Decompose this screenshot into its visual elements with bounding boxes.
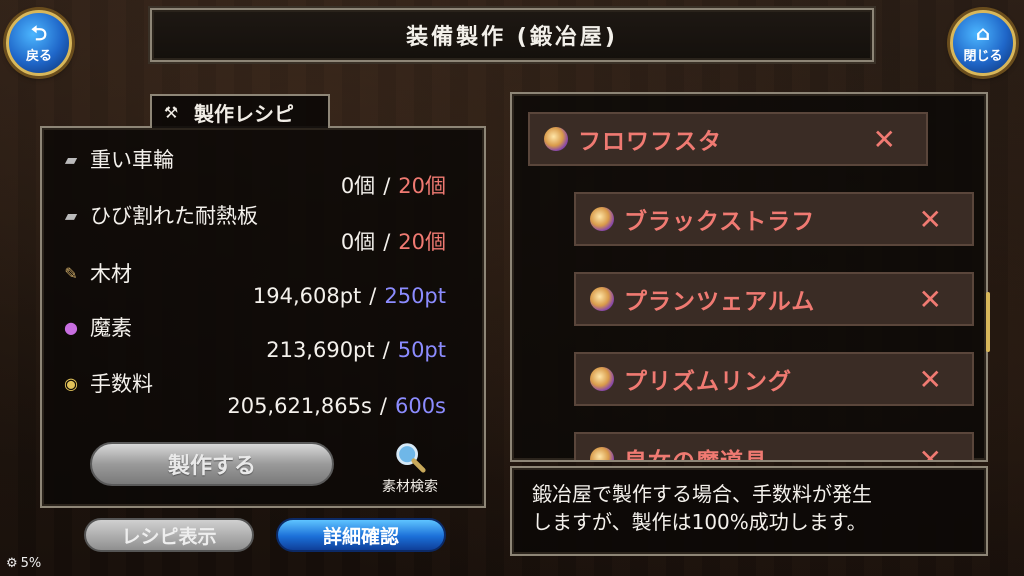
tree-item-name: フロワフスタ bbox=[578, 129, 722, 155]
back-button[interactable]: ⮌ 戻る bbox=[6, 10, 72, 76]
ring-icon bbox=[590, 287, 614, 311]
progress-indicator: ⚙ 5% bbox=[6, 556, 41, 571]
ring-icon bbox=[544, 127, 568, 151]
crafting-tree-panel[interactable]: フロワフスタ ✕ ブラックストラフ ✕ プランツェアルム ✕ プリズムリング ✕… bbox=[510, 92, 988, 462]
tree-item[interactable]: ブラックストラフ ✕ bbox=[574, 192, 974, 246]
tree-item[interactable]: 皇女の魔道具 ✕ bbox=[574, 432, 974, 462]
progress-label: 5% bbox=[20, 556, 42, 571]
tree-item[interactable]: プリズムリング ✕ bbox=[574, 352, 974, 406]
material-need: 20個 bbox=[398, 230, 446, 254]
material-name-row: ▰ ひび割れた耐熱板 bbox=[58, 200, 258, 230]
material-need: 20個 bbox=[398, 174, 446, 198]
ring-icon bbox=[590, 367, 614, 391]
tree-item[interactable]: プランツェアルム ✕ bbox=[574, 272, 974, 326]
home-icon: ⌂ bbox=[975, 20, 991, 45]
material-have: 194,608pt bbox=[252, 284, 362, 308]
make-button[interactable]: 製作する bbox=[90, 442, 334, 486]
close-icon[interactable]: ✕ bbox=[919, 283, 942, 316]
material-count: 0個/20個 bbox=[340, 174, 446, 198]
page-title: 装備製作 (鍛冶屋) bbox=[150, 8, 874, 62]
material-search-label: 素材検索 bbox=[382, 479, 438, 495]
magnifier-icon bbox=[396, 443, 426, 473]
ring-icon bbox=[590, 207, 614, 231]
close-label: 閉じる bbox=[963, 48, 1003, 64]
back-arrow-icon: ⮌ bbox=[30, 20, 48, 45]
detail-button[interactable]: 詳細確認 bbox=[276, 518, 446, 552]
metal-plate-icon: ▰ bbox=[64, 205, 78, 225]
material-need: 600s bbox=[394, 394, 446, 418]
info-message-line: 鍛冶屋で製作する場合、手数料が発生 bbox=[532, 482, 872, 506]
material-count: 213,690pt/50pt bbox=[266, 338, 446, 362]
recipe-tab-label: 製作レシピ bbox=[194, 101, 294, 126]
material-need: 250pt bbox=[384, 284, 446, 308]
material-name-row: ◉ 手数料 bbox=[58, 368, 153, 398]
material-search-button[interactable]: 素材検索 bbox=[370, 440, 450, 496]
close-icon[interactable]: ✕ bbox=[919, 203, 942, 236]
material-name: 魔素 bbox=[90, 316, 132, 340]
info-message-line: しますが、製作は100%成功します。 bbox=[532, 510, 867, 534]
tree-item-name: プランツェアルム bbox=[624, 289, 816, 315]
material-have: 0個 bbox=[340, 230, 376, 254]
wood-icon: ✎ bbox=[64, 263, 78, 283]
close-icon[interactable]: ✕ bbox=[919, 363, 942, 396]
info-message-box: 鍛冶屋で製作する場合、手数料が発生 しますが、製作は100%成功します。 bbox=[510, 466, 988, 556]
recipe-tab: ⚒ 製作レシピ bbox=[150, 94, 330, 128]
coin-icon: ◉ bbox=[64, 373, 78, 393]
material-count: 205,621,865s/600s bbox=[227, 394, 446, 418]
material-count: 0個/20個 bbox=[340, 230, 446, 254]
tree-item-name: ブラックストラフ bbox=[624, 209, 816, 235]
material-count: 194,608pt/250pt bbox=[252, 284, 446, 308]
magic-orb-icon: ● bbox=[64, 317, 78, 337]
close-icon[interactable]: ✕ bbox=[873, 123, 896, 156]
recipe-show-button[interactable]: レシピ表示 bbox=[84, 518, 254, 552]
material-name-row: ✎ 木材 bbox=[58, 258, 132, 288]
material-name: 重い車輪 bbox=[90, 148, 174, 172]
tree-item-name: 皇女の魔道具 bbox=[624, 449, 768, 462]
close-button[interactable]: ⌂ 閉じる bbox=[950, 10, 1016, 76]
close-icon[interactable]: ✕ bbox=[919, 443, 942, 461]
tree-item-name: プリズムリング bbox=[624, 369, 792, 395]
metal-plate-icon: ▰ bbox=[64, 149, 78, 169]
ring-icon bbox=[590, 447, 614, 460]
material-name: ひび割れた耐熱板 bbox=[90, 204, 258, 228]
material-name-row: ▰ 重い車輪 bbox=[58, 144, 174, 174]
material-have: 0個 bbox=[340, 174, 376, 198]
scrollbar[interactable] bbox=[986, 292, 990, 352]
material-need: 50pt bbox=[397, 338, 446, 362]
anvil-icon: ⚒ bbox=[163, 102, 179, 122]
tree-item[interactable]: フロワフスタ ✕ bbox=[528, 112, 928, 166]
gear-icon: ⚙ bbox=[6, 556, 18, 571]
material-have: 205,621,865s bbox=[227, 394, 372, 418]
material-name-row: ● 魔素 bbox=[58, 312, 132, 342]
back-label: 戻る bbox=[25, 48, 52, 64]
material-have: 213,690pt bbox=[266, 338, 375, 362]
material-name: 手数料 bbox=[90, 372, 153, 396]
material-name: 木材 bbox=[90, 262, 132, 286]
